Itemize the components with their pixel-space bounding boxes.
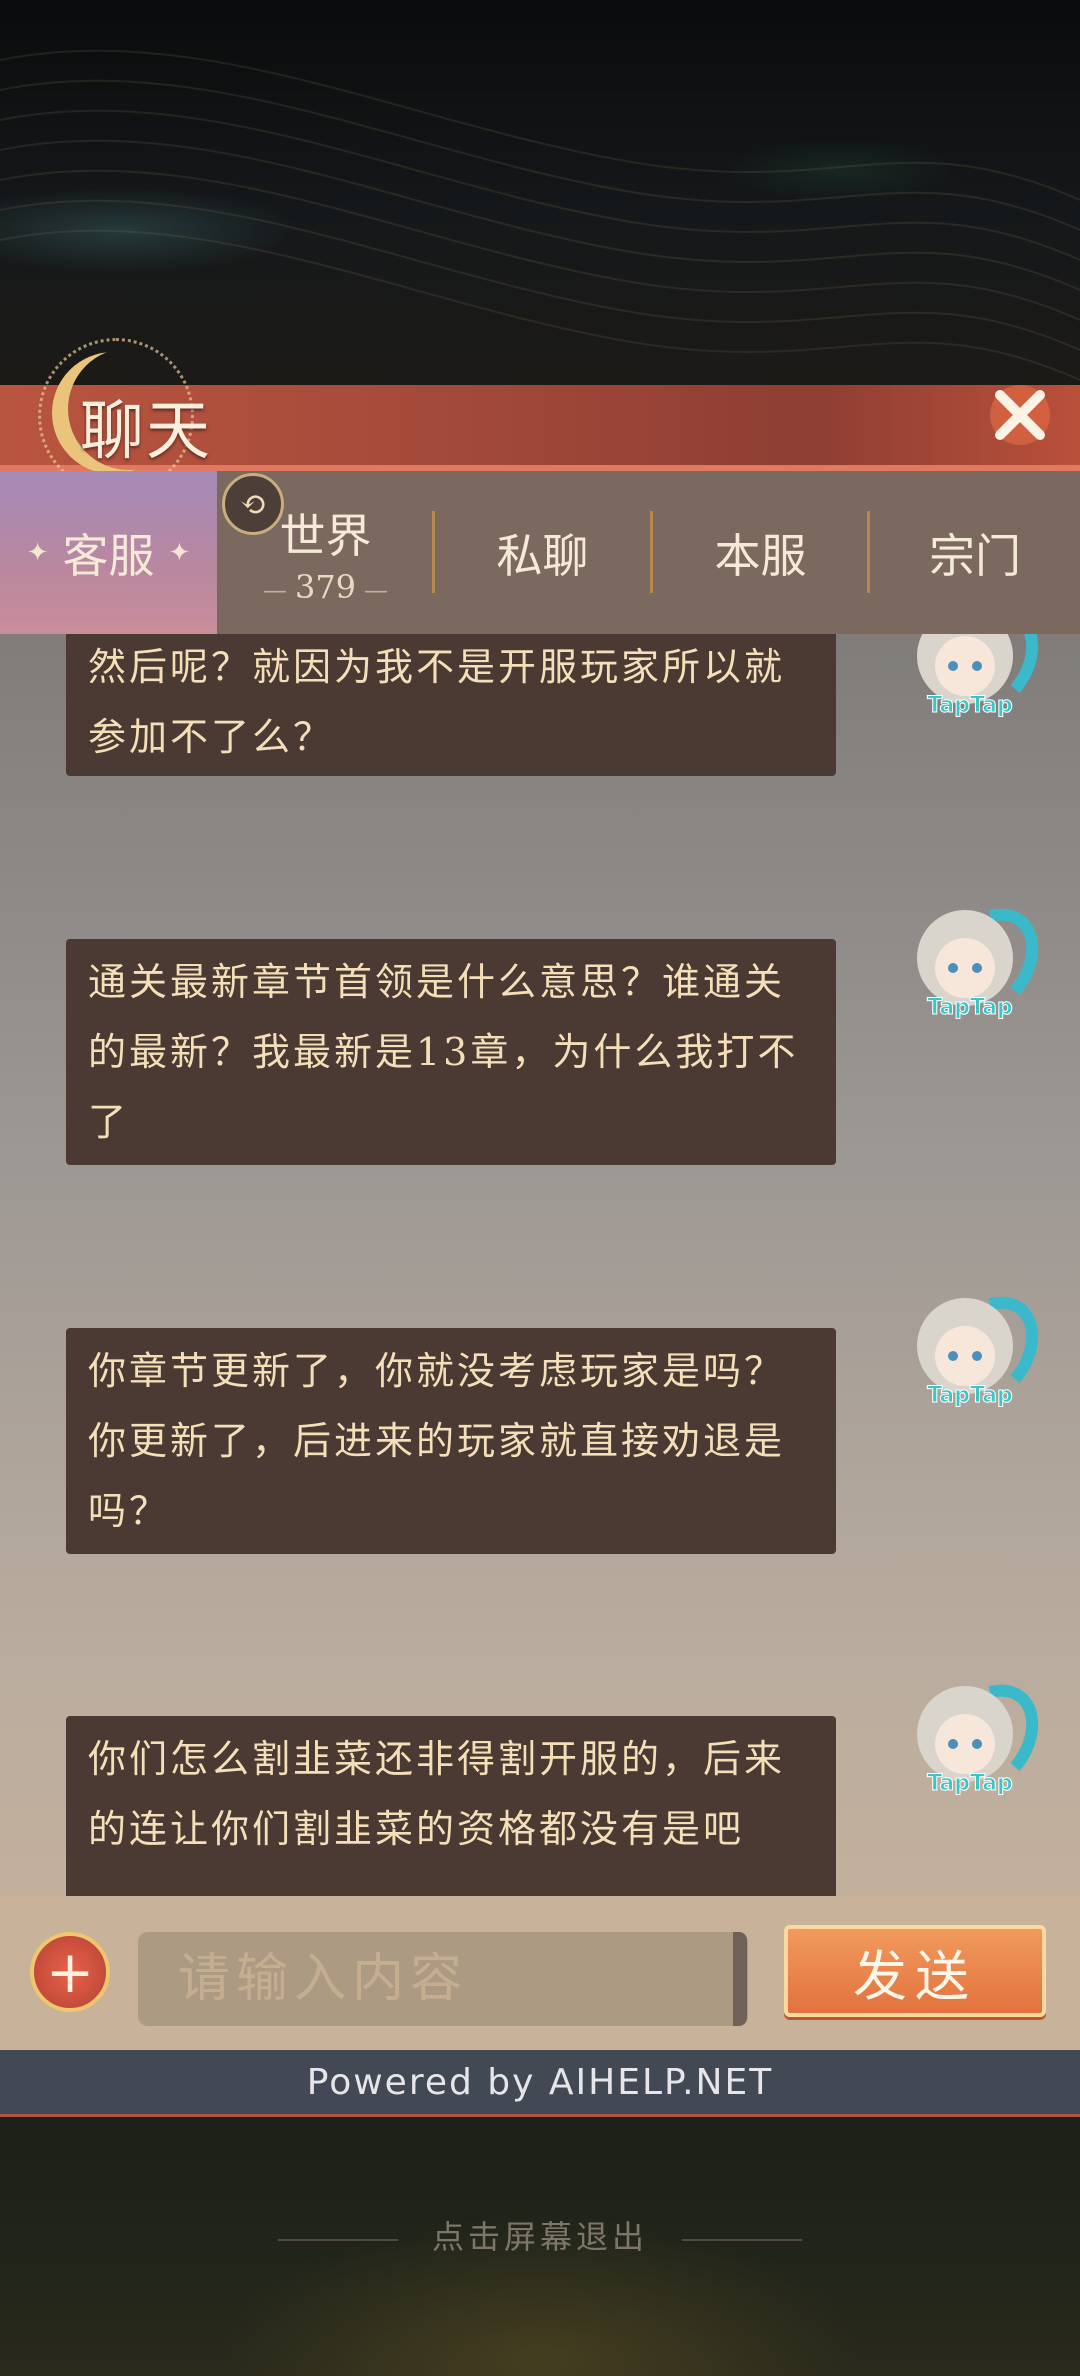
page-title: 聊天 [80,395,212,469]
taptap-avatar-icon[interactable]: TapTap [895,1672,1045,1802]
refresh-icon: ⟲ [239,485,267,523]
tab-label: 客服 [62,528,155,583]
message-bubble: 你们怎么割韭菜还非得割开服的，后来的连让你们割韭菜的资格都没有是吧 [66,1716,836,1896]
powered-by-label: Powered by AIHELP.NET [0,2050,1080,2117]
refresh-button[interactable]: ⟲ [222,473,284,535]
exit-hint[interactable]: 点击屏幕退出 [0,2212,1080,2258]
message-bubble: 然后呢？就因为我不是开服玩家所以就参加不了么？ [66,634,836,776]
tab-server[interactable]: 本服 [653,471,868,634]
taptap-avatar-icon[interactable]: TapTap [895,1284,1045,1414]
tab-label: 私聊 [496,528,589,583]
divider [682,2238,803,2241]
divider [277,2238,398,2241]
diamond-icon: ✦ [168,537,191,568]
diamond-icon: ✦ [26,537,49,568]
send-button[interactable]: 发送 [784,1925,1046,2017]
taptap-avatar-icon[interactable]: TapTap [895,634,1045,724]
tab-label: 宗门 [929,528,1021,583]
tab-label: 本服 [714,528,807,583]
tab-label: 世界 [279,508,372,563]
tab-customer-service[interactable]: ✦ 客服 ✦ [0,471,217,634]
svg-text:TapTap: TapTap [927,995,1013,1020]
input-scrollbar [733,1932,747,2026]
top-background [0,0,1080,390]
add-attachment-button[interactable]: + [30,1932,110,2012]
svg-text:TapTap: TapTap [927,693,1013,718]
message-bubble: 通关最新章节首领是什么意思？谁通关的最新？我最新是13章，为什么我打不了 [66,939,836,1165]
tab-private-chat[interactable]: 私聊 [435,471,650,634]
tab-sect[interactable]: 宗门 [870,471,1080,634]
tab-online-count: 379 [255,568,396,606]
exit-hint-text: 点击屏幕退出 [431,2218,648,2256]
close-icon [990,385,1050,445]
tab-bar: ✦ 客服 ✦ 世界 379 私聊 本服 宗门 [0,471,1080,634]
message-input[interactable] [138,1932,748,2026]
close-button[interactable] [960,360,1080,470]
svg-text:TapTap: TapTap [927,1383,1013,1408]
taptap-avatar-icon[interactable]: TapTap [895,896,1045,1026]
plus-icon: + [45,1938,95,2006]
chat-message-list[interactable]: 然后呢？就因为我不是开服玩家所以就参加不了么？ TapTap 通关最新章节首领是… [0,634,1080,1896]
message-bubble: 你章节更新了，你就没考虑玩家是吗？你更新了，后进来的玩家就直接劝退是吗？ [66,1328,836,1554]
svg-text:TapTap: TapTap [927,1771,1013,1796]
